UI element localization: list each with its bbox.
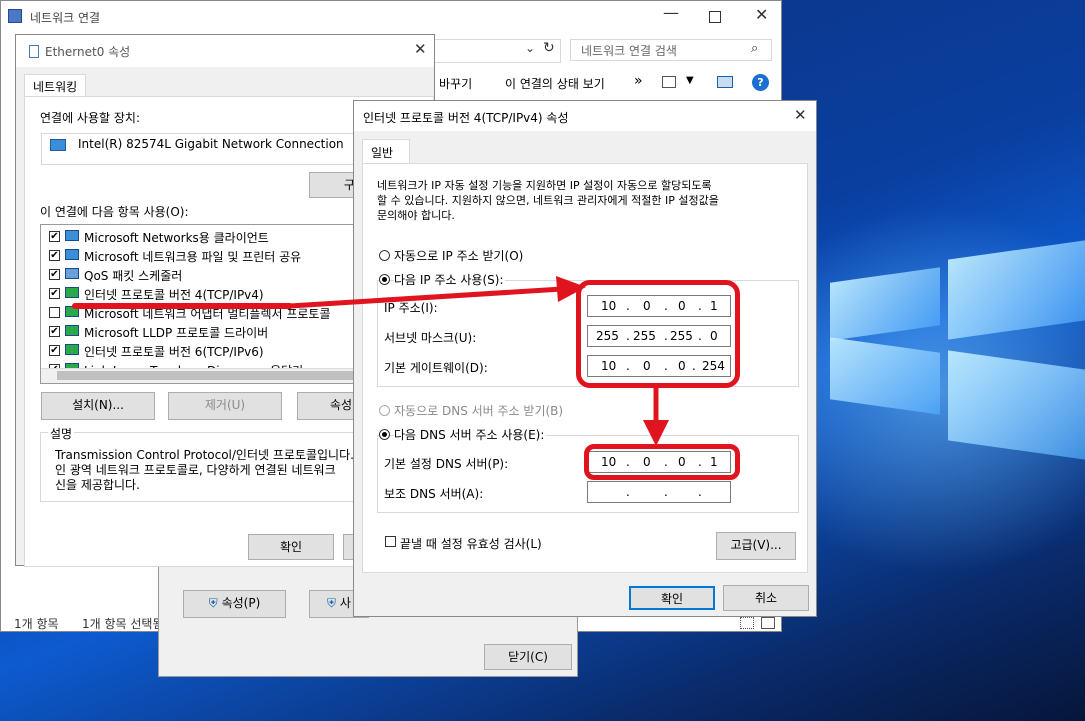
arrow-to-ip-box [289,286,563,309]
arrowhead [643,420,669,446]
annotation-arrows [72,276,669,446]
arrowhead [556,276,586,302]
